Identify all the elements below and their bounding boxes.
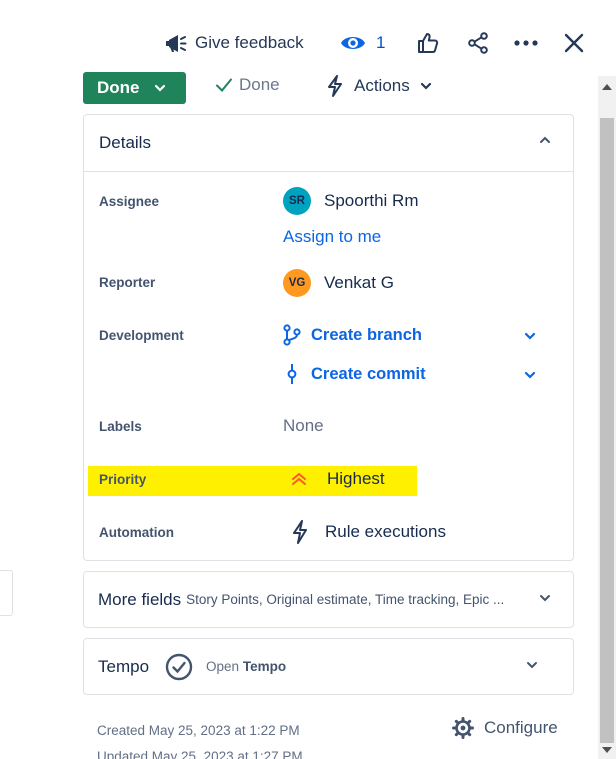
labels-label: Labels [99, 419, 142, 434]
like-button[interactable] [413, 28, 443, 58]
rule-executions-label: Rule executions [325, 522, 446, 541]
actions-label: Actions [354, 76, 410, 95]
close-icon [564, 33, 584, 53]
details-title: Details [99, 133, 151, 152]
open-prefix: Open [206, 659, 240, 674]
branch-icon [283, 324, 301, 346]
avatar: VG [283, 269, 311, 297]
scrollbar-thumb[interactable] [600, 118, 614, 743]
priority-label: Priority [99, 472, 147, 487]
rule-executions-link[interactable]: Rule executions [291, 520, 446, 544]
tempo-panel[interactable]: Tempo Open Tempo [83, 638, 574, 695]
chevron-down-icon[interactable] [539, 594, 551, 602]
chevron-down-icon[interactable] [524, 371, 536, 379]
gear-icon [452, 717, 474, 739]
open-tempo-name: Tempo [242, 659, 287, 674]
give-feedback-label: Give feedback [195, 33, 304, 52]
labels-value[interactable]: None [283, 416, 324, 436]
megaphone-icon [166, 35, 187, 52]
open-tempo-link[interactable]: Open Tempo [206, 659, 286, 674]
created-date: Created May 25, 2023 at 1:22 PM [97, 723, 300, 738]
reporter-label: Reporter [99, 275, 156, 290]
thumbs-up-icon [418, 33, 439, 53]
create-commit-link[interactable]: Create commit [283, 363, 426, 385]
watch-button[interactable]: 1 [340, 28, 385, 58]
lightning-bolt-icon [328, 75, 342, 97]
automation-label: Automation [99, 525, 174, 540]
status-dropdown-button[interactable]: Done [83, 72, 186, 104]
reporter-value[interactable]: VG Venkat G [283, 269, 394, 297]
priority-value-label: Highest [327, 469, 385, 488]
development-label: Development [99, 328, 184, 343]
more-fields-summary: Story Points, Original estimate, Time tr… [186, 592, 505, 607]
assign-to-me-link[interactable]: Assign to me [283, 227, 381, 247]
chevron-down-icon [420, 82, 431, 90]
create-branch-link[interactable]: Create branch [283, 324, 422, 346]
give-feedback-button[interactable]: Give feedback [163, 28, 304, 58]
reporter-name: Venkat G [324, 273, 394, 292]
scroll-up-arrow-icon[interactable] [602, 84, 612, 90]
chevron-down-icon [154, 84, 165, 92]
create-branch-label: Create branch [311, 325, 422, 344]
more-icon [514, 40, 538, 46]
assignee-value[interactable]: SR Spoorthi Rm [283, 187, 418, 215]
more-fields-title: More fields [98, 589, 182, 609]
adjacent-panel-edge [0, 570, 13, 616]
eye-icon [341, 37, 365, 49]
more-fields-panel[interactable]: More fields Story Points, Original estim… [83, 571, 574, 628]
actions-dropdown-button[interactable]: Actions [326, 75, 432, 97]
configure-button[interactable]: Configure [452, 717, 558, 739]
share-icon [468, 32, 488, 54]
chevron-up-icon[interactable] [539, 136, 551, 144]
updated-date: Updated May 25, 2023 at 1:27 PM [97, 749, 303, 759]
watch-count: 1 [376, 33, 386, 52]
share-button[interactable] [463, 28, 493, 58]
resolution-status: Done [215, 75, 280, 95]
tempo-check-icon [165, 653, 193, 680]
tempo-title: Tempo [98, 656, 150, 676]
resolution-label: Done [239, 75, 280, 94]
create-commit-label: Create commit [311, 364, 426, 383]
lightning-bolt-icon [293, 520, 307, 544]
chevron-down-icon[interactable] [524, 332, 536, 340]
priority-highest-icon [292, 472, 306, 485]
details-panel-header[interactable]: Details [84, 115, 573, 172]
priority-value[interactable]: Highest [291, 469, 385, 489]
status-row: Done Done Actions [83, 72, 543, 104]
details-panel: Details Assignee SR Spoorthi Rm Assign t… [83, 114, 574, 561]
avatar: SR [283, 187, 311, 215]
commit-icon [287, 364, 297, 384]
issue-header-bar: Give feedback 1 [0, 0, 616, 80]
scrollbar[interactable] [598, 76, 616, 759]
status-label: Done [97, 78, 140, 97]
check-icon [216, 78, 232, 92]
chevron-down-icon[interactable] [526, 661, 538, 669]
assignee-label: Assignee [99, 194, 160, 209]
issue-dates: Created May 25, 2023 at 1:22 PM Updated … [97, 718, 303, 759]
scroll-down-arrow-icon[interactable] [602, 747, 612, 753]
more-actions-button[interactable] [511, 28, 541, 58]
configure-label: Configure [484, 718, 558, 737]
assignee-name: Spoorthi Rm [324, 191, 419, 210]
close-button[interactable] [559, 28, 589, 58]
